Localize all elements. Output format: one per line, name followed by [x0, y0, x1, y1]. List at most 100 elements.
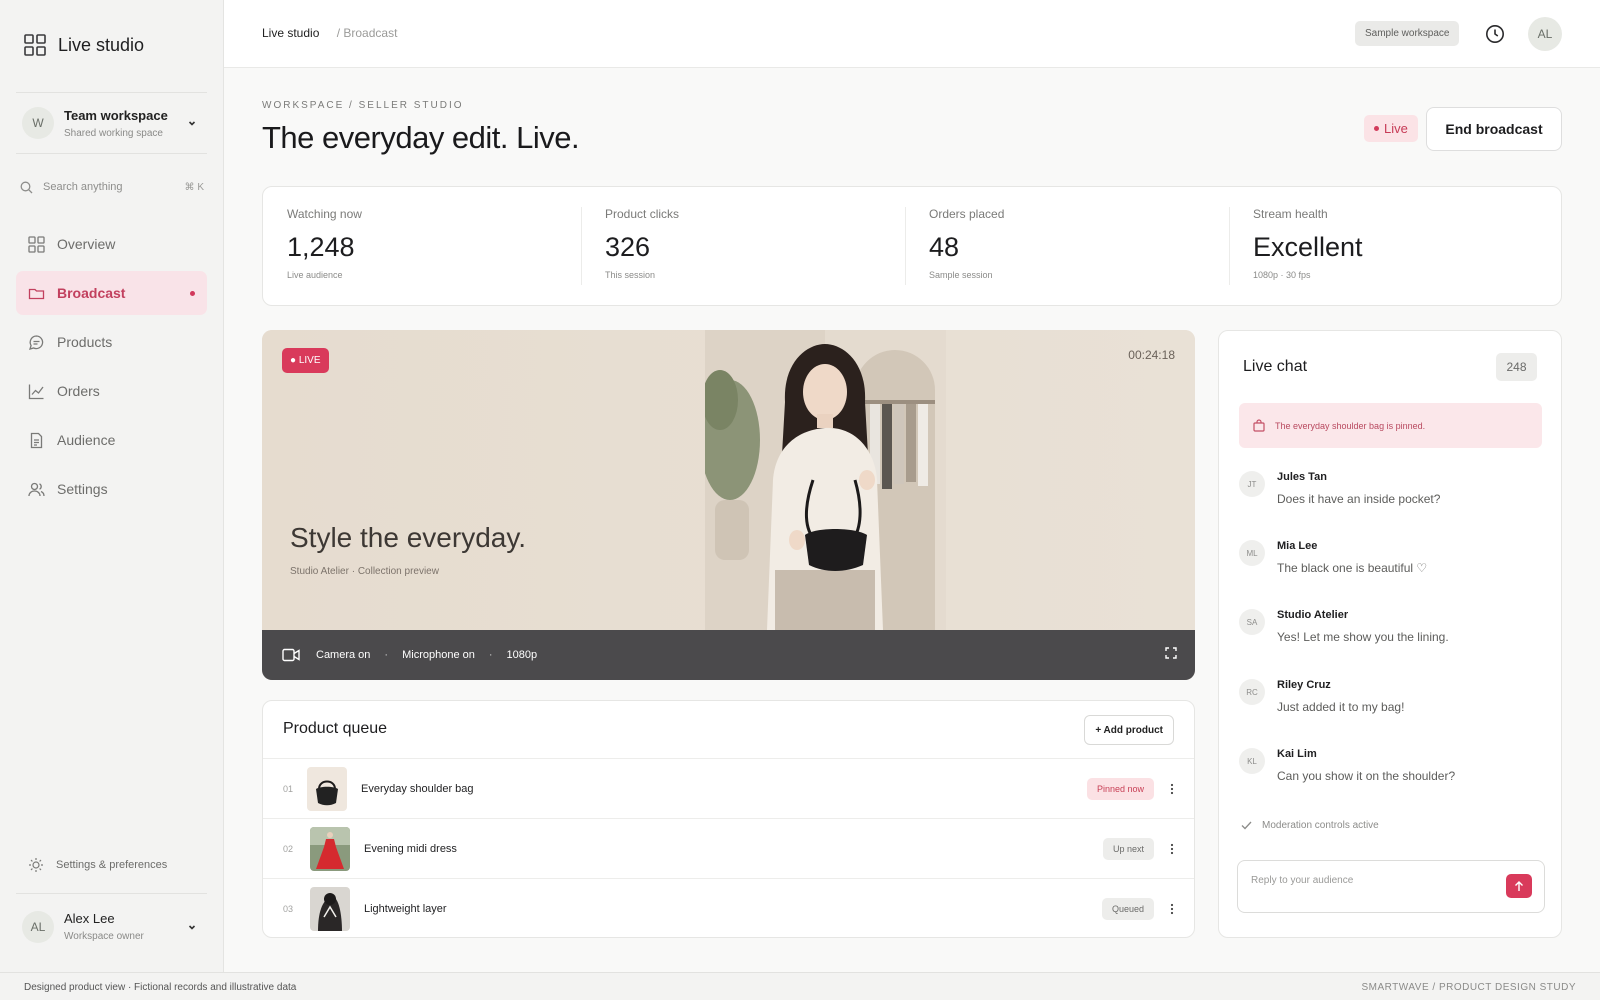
- chat-message: RC Riley Cruz Just added it to my bag!: [1239, 679, 1539, 714]
- user-menu[interactable]: AL Alex Lee Workspace owner: [16, 893, 207, 959]
- folder-icon: [28, 285, 45, 302]
- chat-reply-box[interactable]: Reply to your audience: [1237, 860, 1545, 913]
- chevron-down-icon: [187, 922, 197, 932]
- sidebar-item-label: Settings: [57, 481, 108, 497]
- footer-left-text: Designed product view · Fictional record…: [24, 982, 297, 993]
- settings-preferences-link[interactable]: Settings & preferences: [28, 857, 167, 873]
- stat-sub: 1080p · 30 fps: [1253, 270, 1311, 280]
- camera-icon[interactable]: [282, 648, 300, 662]
- video-preview[interactable]: ● LIVE 00:24:18 Style the everyday. Stud…: [262, 330, 1195, 680]
- stat-label: Stream health: [1253, 207, 1328, 221]
- chat-count-badge: 248: [1496, 353, 1537, 381]
- stat-watching: Watching now 1,248 Live audience: [287, 207, 587, 280]
- footer-right-text: SMARTWAVE / PRODUCT DESIGN STUDY: [1361, 982, 1576, 993]
- stat-value: 1,248: [287, 232, 355, 262]
- sidebar-item-broadcast[interactable]: Broadcast: [16, 271, 207, 315]
- clock-icon[interactable]: [1485, 24, 1505, 44]
- search-icon: [20, 181, 33, 194]
- top-avatar[interactable]: AL: [1528, 17, 1562, 51]
- stat-orders: Orders placed 48 Sample session: [929, 207, 1229, 280]
- fullscreen-icon[interactable]: [1165, 647, 1177, 659]
- live-chat-panel: Live chat 248 The everyday shoulder bag …: [1218, 330, 1562, 938]
- chat-text: Yes! Let me show you the lining.: [1277, 630, 1449, 644]
- stat-label: Orders placed: [929, 207, 1005, 221]
- stat-label: Product clicks: [605, 207, 680, 221]
- chat-message: JT Jules Tan Does it have an inside pocke…: [1239, 471, 1539, 506]
- check-icon: [1241, 821, 1252, 830]
- stat-value: 326: [605, 232, 651, 262]
- user-avatar: AL: [22, 910, 54, 943]
- shopping-bag-icon: [1253, 419, 1265, 432]
- microphone-status[interactable]: Microphone on: [402, 649, 475, 661]
- user-name: Alex Lee: [64, 911, 115, 926]
- chat-text: Just added it to my bag!: [1277, 700, 1405, 714]
- add-product-button[interactable]: + Add product: [1084, 715, 1174, 745]
- search-bar[interactable]: Search anything ⌘ K: [20, 178, 204, 196]
- document-icon: [28, 432, 45, 449]
- sidebar-item-label: Audience: [57, 432, 116, 448]
- reply-input[interactable]: Reply to your audience: [1251, 875, 1353, 886]
- more-options-icon[interactable]: [1170, 843, 1174, 855]
- status-badge: Up next: [1102, 837, 1154, 860]
- pinned-banner: The everyday shoulder bag is pinned.: [1239, 403, 1542, 448]
- chat-avatar: KL: [1239, 748, 1265, 774]
- separator: ·: [488, 649, 493, 661]
- top-bar: Live studio / Broadcast Sample workspace…: [224, 0, 1600, 68]
- table-row[interactable]: 02 Evening midi dress Up next: [263, 818, 1194, 878]
- resolution-status[interactable]: 1080p: [507, 649, 538, 661]
- table-row[interactable]: 03 Lightweight layer Queued: [263, 878, 1194, 937]
- stat-clicks: Product clicks 326 This session: [605, 207, 905, 280]
- more-options-icon[interactable]: [1170, 903, 1174, 915]
- live-status-label: Live: [1384, 121, 1408, 136]
- sidebar-item-overview[interactable]: Overview: [16, 222, 207, 266]
- send-button[interactable]: [1506, 874, 1532, 898]
- chat-message: ML Mia Lee The black one is beautiful ♡: [1239, 540, 1539, 575]
- stat-divider: [581, 207, 582, 285]
- product-queue: Product queue + Add product 01 Everyday …: [262, 700, 1195, 938]
- sidebar-item-audience[interactable]: Audience: [16, 418, 207, 462]
- chat-message: KL Kai Lim Can you show it on the shoulde…: [1239, 748, 1539, 783]
- search-input[interactable]: Search anything: [43, 181, 185, 193]
- product-thumbnail: [310, 826, 350, 871]
- workspace-switcher[interactable]: W Team workspace Shared working space: [16, 92, 207, 154]
- video-collection: Studio Atelier · Collection preview: [290, 566, 439, 577]
- sidebar-item-settings[interactable]: Settings: [16, 467, 207, 511]
- table-row[interactable]: 01 Everyday shoulder bag Pinned now: [263, 758, 1194, 818]
- stat-value: Excellent: [1253, 232, 1363, 262]
- stat-divider: [905, 207, 906, 285]
- chat-message: SA Studio Atelier Yes! Let me show you th…: [1239, 609, 1539, 644]
- presenter-image: [705, 330, 946, 630]
- product-name: Evening midi dress: [364, 842, 457, 855]
- camera-status[interactable]: Camera on: [316, 649, 370, 661]
- chat-bubble-icon: [28, 334, 45, 351]
- product-thumbnail: [310, 886, 350, 931]
- main-content: WORKSPACE / SELLER STUDIO The everyday e…: [224, 68, 1600, 972]
- broadcast-timer: 00:24:18: [1128, 348, 1175, 362]
- sidebar-item-label: Overview: [57, 236, 116, 252]
- stat-label: Watching now: [287, 207, 362, 221]
- chat-author: Riley Cruz: [1277, 679, 1331, 691]
- chevron-down-icon: [187, 118, 197, 128]
- chat-author: Jules Tan: [1277, 471, 1327, 483]
- chat-avatar: JT: [1239, 471, 1265, 497]
- line-chart-icon: [28, 383, 45, 400]
- sidebar-nav: Overview Broadcast Products Orders Audie…: [16, 222, 207, 516]
- sun-icon: [28, 857, 44, 873]
- chat-author: Mia Lee: [1277, 540, 1318, 552]
- stat-divider: [1229, 207, 1230, 285]
- stat-sub: Sample session: [929, 270, 993, 280]
- apps-grid-icon: [24, 34, 46, 56]
- breadcrumb-root[interactable]: Live studio: [262, 26, 319, 40]
- settings-preferences-label: Settings & preferences: [56, 859, 168, 871]
- stat-value: 48: [929, 232, 960, 262]
- sidebar-item-orders[interactable]: Orders: [16, 369, 207, 413]
- live-chat-title: Live chat: [1243, 358, 1308, 375]
- more-options-icon[interactable]: [1170, 783, 1174, 795]
- sidebar-item-products[interactable]: Products: [16, 320, 207, 364]
- pinned-text: The everyday shoulder bag is pinned.: [1275, 420, 1426, 431]
- workspace-chip[interactable]: Sample workspace: [1355, 21, 1460, 46]
- page-eyebrow: WORKSPACE / SELLER STUDIO: [262, 100, 464, 111]
- live-dot: [1374, 126, 1379, 131]
- brand[interactable]: Live studio: [24, 34, 144, 56]
- end-broadcast-button[interactable]: End broadcast: [1426, 107, 1562, 151]
